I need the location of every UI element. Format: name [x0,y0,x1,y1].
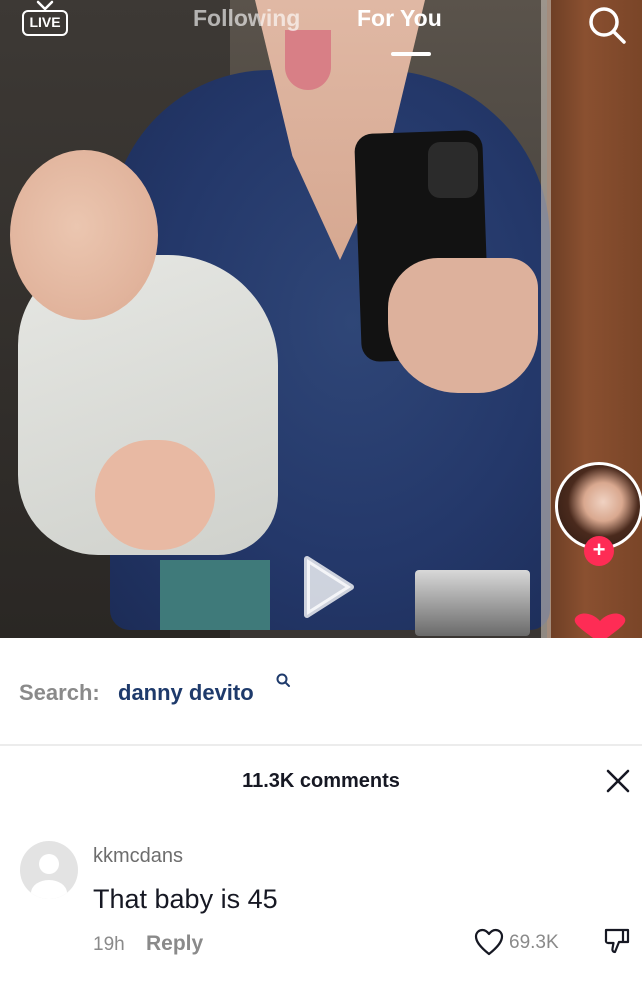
tab-following[interactable]: Following [193,5,300,32]
divider [0,744,642,746]
search-icon [276,673,290,687]
video-arm [95,440,215,550]
tab-for-you[interactable]: For You [357,5,442,32]
like-video-icon[interactable] [571,613,629,638]
search-prefix: Search: [19,680,100,705]
heart-icon[interactable] [474,928,504,956]
comment-avatar[interactable] [20,841,78,899]
close-icon[interactable] [605,768,631,794]
comment-like-count: 69.3K [509,932,559,953]
video-hand [388,258,538,393]
video-player[interactable]: LIVE Following For You + [0,0,642,638]
video-sink [415,570,530,636]
comment-text: That baby is 45 [93,884,278,914]
plus-icon: + [592,537,606,562]
search-term-link[interactable]: danny devito [118,680,254,706]
video-phone-camera [428,142,478,198]
video-mirror-edge [541,0,551,638]
video-pants [160,560,270,630]
comment-time: 19h [93,934,125,955]
video-person-tongue [285,30,331,90]
live-icon[interactable]: LIVE [22,0,68,42]
dislike-icon[interactable] [602,926,632,956]
comment-username[interactable]: kkmcdans [93,845,183,868]
reply-button[interactable]: Reply [146,932,203,956]
search-icon[interactable] [585,3,629,47]
follow-button[interactable]: + [584,536,614,566]
play-icon[interactable] [303,555,355,619]
live-label: LIVE [22,10,68,36]
tab-active-indicator [391,52,431,56]
comments-count: 11.3K comments [242,770,400,792]
video-baby-head [10,150,158,320]
